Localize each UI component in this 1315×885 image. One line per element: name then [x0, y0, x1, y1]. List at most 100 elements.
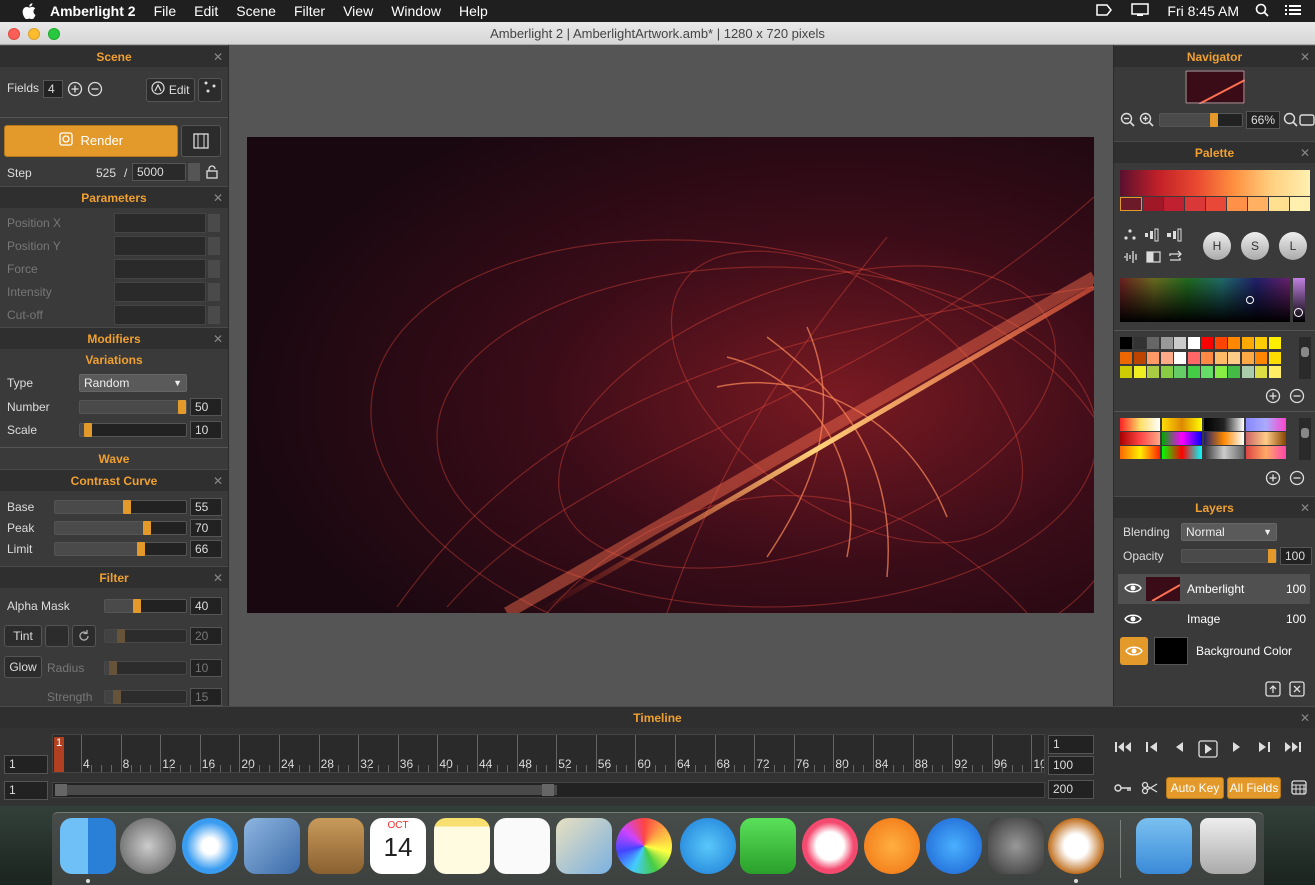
finder-icon[interactable]	[60, 818, 116, 874]
color-swatch[interactable]	[1268, 351, 1281, 364]
number-value[interactable]: 50	[190, 398, 222, 416]
calendar-grid-icon[interactable]	[1291, 779, 1307, 798]
close-panel-icon[interactable]: ✕	[1300, 142, 1310, 164]
safari-icon[interactable]	[182, 818, 238, 874]
app-store-icon[interactable]	[926, 818, 982, 874]
notification-center-icon[interactable]	[1285, 3, 1301, 19]
color-swatch[interactable]	[1201, 337, 1213, 349]
next-key-icon[interactable]	[1256, 740, 1272, 761]
gradient-preset[interactable]	[1246, 418, 1286, 431]
close-panel-icon[interactable]: ✕	[1300, 497, 1310, 519]
facetime-icon[interactable]	[740, 818, 796, 874]
notes-icon[interactable]	[434, 818, 490, 874]
color-swatch[interactable]	[1133, 337, 1146, 349]
color-swatch[interactable]	[1214, 366, 1227, 378]
alpha-mask-slider[interactable]	[104, 599, 187, 613]
color-swatch[interactable]	[1241, 337, 1254, 349]
close-panel-icon[interactable]: ✕	[213, 46, 223, 68]
peak-value[interactable]: 70	[190, 519, 222, 537]
close-panel-icon[interactable]: ✕	[213, 328, 223, 350]
color-swatch[interactable]	[1187, 351, 1200, 364]
timeline-current-frame-input[interactable]: 1	[4, 755, 48, 774]
color-swatch[interactable]	[1214, 351, 1227, 364]
menubar-clock[interactable]: Fri 8:45 AM	[1167, 3, 1239, 19]
skip-to-start-icon[interactable]	[1114, 740, 1132, 761]
tint-toggle-button[interactable]: Tint	[4, 625, 42, 647]
calendar-icon[interactable]: OCT 14	[370, 818, 426, 874]
close-window-button[interactable]	[8, 28, 20, 40]
actual-size-icon[interactable]	[1299, 113, 1315, 130]
apple-icon[interactable]	[20, 2, 38, 20]
color-swatch[interactable]	[1174, 337, 1186, 349]
minimize-window-button[interactable]	[28, 28, 40, 40]
color-swatch[interactable]	[1160, 351, 1173, 364]
menu-scene[interactable]: Scene	[236, 3, 276, 19]
fields-count-input[interactable]: 4	[43, 80, 63, 98]
cutoff-stepper[interactable]	[208, 306, 220, 324]
play-button[interactable]	[1198, 740, 1218, 761]
close-panel-icon[interactable]: ✕	[1300, 46, 1310, 68]
remove-key-icon[interactable]	[1141, 781, 1159, 798]
auto-key-button[interactable]: Auto Key	[1166, 777, 1224, 799]
all-fields-button[interactable]: All Fields	[1227, 777, 1281, 799]
saturation-button[interactable]: S	[1241, 232, 1269, 260]
color-swatch[interactable]	[1241, 351, 1254, 364]
color-swatch[interactable]	[1160, 337, 1173, 349]
eye-icon[interactable]	[1124, 581, 1142, 598]
stop-arrange-icon[interactable]	[1166, 228, 1182, 245]
timeline-frames-input[interactable]: 100	[1048, 756, 1094, 775]
close-panel-icon[interactable]: ✕	[1300, 707, 1310, 729]
itunes-icon[interactable]	[802, 818, 858, 874]
edit-fields-button[interactable]: Edit	[146, 78, 195, 102]
eye-icon[interactable]	[1124, 612, 1142, 629]
color-swatch[interactable]	[1147, 351, 1159, 364]
display-icon[interactable]	[1129, 2, 1151, 20]
color-swatch[interactable]	[1174, 351, 1186, 364]
spotlight-search-icon[interactable]	[1255, 3, 1269, 20]
layer-row-amberlight[interactable]: Amberlight 100	[1118, 574, 1310, 604]
reminders-icon[interactable]	[494, 818, 550, 874]
timeline-ruler[interactable]: 1 4 8 12 16 20 24 28 32 36 40 44 48 52 56 60 64 68 72 76 80…	[52, 734, 1045, 773]
timeline-range-bar[interactable]	[52, 782, 1045, 798]
gradient-preset[interactable]	[1204, 418, 1244, 431]
brightness-slider[interactable]	[1293, 278, 1305, 322]
intensity-input[interactable]	[114, 282, 206, 302]
remove-gradient-icon[interactable]	[1289, 470, 1305, 489]
field-points-button[interactable]	[198, 78, 222, 102]
color-swatch[interactable]	[1255, 366, 1267, 378]
color-swatch[interactable]	[1147, 337, 1159, 349]
force-input[interactable]	[114, 259, 206, 279]
color-swatch[interactable]	[1187, 366, 1200, 378]
cutoff-input[interactable]	[114, 305, 206, 325]
type-select[interactable]: Random ▼	[79, 374, 187, 392]
peak-slider[interactable]	[54, 521, 187, 535]
navigator-thumbnail[interactable]	[1185, 70, 1245, 104]
menu-view[interactable]: View	[343, 3, 373, 19]
opacity-value[interactable]: 100	[1280, 547, 1312, 565]
scale-value[interactable]: 10	[190, 421, 222, 439]
strength-value[interactable]: 15	[190, 688, 222, 706]
script-icon[interactable]	[1095, 3, 1113, 20]
add-gradient-icon[interactable]	[1265, 470, 1281, 489]
color-swatch[interactable]	[1255, 337, 1267, 349]
remove-field-icon[interactable]	[87, 81, 103, 100]
strength-slider[interactable]	[104, 690, 187, 704]
tint-mode-button[interactable]	[72, 625, 96, 647]
timeline-range-selection[interactable]	[55, 785, 557, 795]
menu-edit[interactable]: Edit	[194, 3, 218, 19]
step-forward-icon[interactable]	[1230, 740, 1244, 761]
contacts-icon[interactable]	[308, 818, 364, 874]
menu-file[interactable]: File	[154, 3, 177, 19]
menu-window[interactable]: Window	[391, 3, 441, 19]
add-swatch-icon[interactable]	[1265, 388, 1281, 407]
tint-color-well[interactable]	[45, 625, 69, 647]
add-field-icon[interactable]	[67, 81, 83, 100]
color-swatch[interactable]	[1228, 351, 1240, 364]
layer-row-background-color[interactable]: Background Color	[1118, 634, 1310, 668]
color-swatch[interactable]	[1228, 366, 1240, 378]
base-slider[interactable]	[54, 500, 187, 514]
base-value[interactable]: 55	[190, 498, 222, 516]
palette-gradient-bar[interactable]	[1120, 170, 1310, 196]
gradient-preset[interactable]	[1204, 446, 1244, 459]
timeline-total-frames-input[interactable]: 200	[1048, 780, 1094, 799]
